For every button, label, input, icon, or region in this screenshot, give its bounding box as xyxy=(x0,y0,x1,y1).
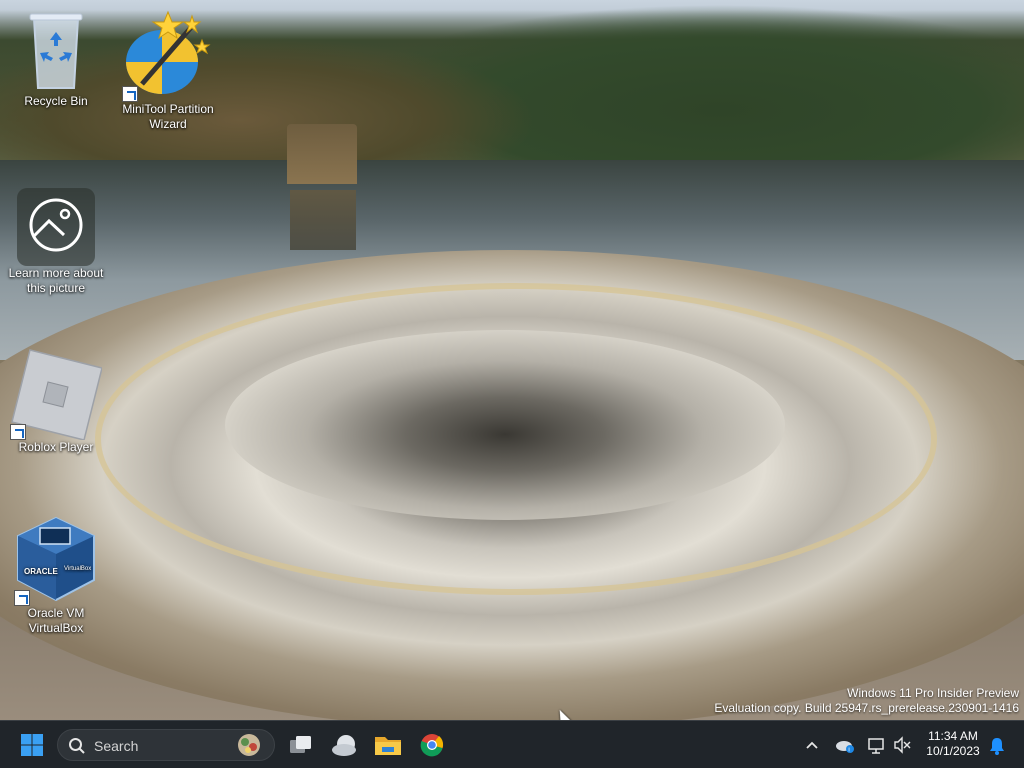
desktop-icon-roblox-player[interactable]: Roblox Player xyxy=(8,348,104,455)
shortcut-arrow-icon xyxy=(122,86,138,102)
notification-bell-icon xyxy=(990,738,1004,755)
weather-cloud-icon xyxy=(332,735,356,756)
chevron-up-icon xyxy=(806,741,818,749)
clock[interactable]: 11:34 AM 10/1/2023 xyxy=(920,729,986,761)
task-view-button[interactable] xyxy=(285,729,317,761)
file-explorer-button[interactable] xyxy=(372,729,404,761)
camera-icon xyxy=(17,188,95,266)
network-icon xyxy=(868,738,884,754)
volume-muted-icon xyxy=(894,736,911,754)
notification-center-button[interactable] xyxy=(986,729,1008,761)
clock-time: 11:34 AM xyxy=(928,729,978,743)
desktop-icon-label: Learn more about this picture xyxy=(8,266,104,295)
desktop-icon-label: MiniTool Partition Wizard xyxy=(122,102,214,131)
start-button[interactable] xyxy=(16,729,48,761)
desktop-icon-label: Roblox Player xyxy=(18,440,94,454)
onedrive-tray-button[interactable]: i xyxy=(832,729,858,761)
desktop: Recycle Bin MiniTool Partition Wizard Le… xyxy=(0,0,1024,720)
wallpaper-spillway-center xyxy=(225,330,785,520)
quick-settings-button[interactable] xyxy=(864,729,924,761)
wallpaper-tower-reflection xyxy=(290,190,356,250)
taskbar: Search i 11:34 AM 10/1/2023 xyxy=(0,720,1024,768)
wallpaper-tower xyxy=(287,124,357,184)
watermark-line-1: Windows 11 Pro Insider Preview xyxy=(847,686,1019,700)
recycle-bin-icon xyxy=(20,10,92,94)
chrome-button[interactable] xyxy=(416,729,448,761)
tray-status-icons xyxy=(868,736,911,754)
taskbar-search-box[interactable]: Search xyxy=(57,729,275,761)
desktop-icon-oracle-vm-virtualbox[interactable]: ORACLE VirtualBox Oracle VM VirtualBox xyxy=(8,514,104,636)
desktop-icon-learn-more[interactable]: Learn more about this picture xyxy=(8,188,104,296)
svg-text:VirtualBox: VirtualBox xyxy=(64,566,91,572)
svg-text:i: i xyxy=(848,748,849,754)
onedrive-icon: i xyxy=(836,741,854,754)
clock-date: 10/1/2023 xyxy=(926,744,980,758)
shortcut-arrow-icon xyxy=(14,590,30,606)
show-hidden-icons-button[interactable] xyxy=(800,729,824,761)
shortcut-arrow-icon xyxy=(10,424,26,440)
task-view-icon xyxy=(290,736,311,753)
desktop-icon-label: Recycle Bin xyxy=(24,94,88,108)
windows-evaluation-watermark: Windows 11 Pro Insider Preview Evaluatio… xyxy=(714,686,1019,716)
roblox-icon xyxy=(10,348,103,441)
folder-icon xyxy=(375,737,401,755)
windows-start-icon xyxy=(21,734,43,756)
watermark-line-2: Evaluation copy. Build 25947.rs_prerelea… xyxy=(714,701,1019,715)
minitool-partition-wizard-icon xyxy=(122,10,214,102)
widgets-button[interactable] xyxy=(329,729,361,761)
search-placeholder: Search xyxy=(94,738,139,754)
virtualbox-icon: ORACLE VirtualBox xyxy=(14,514,98,606)
desktop-icon-recycle-bin[interactable]: Recycle Bin xyxy=(8,10,104,109)
chrome-icon xyxy=(420,734,444,757)
desktop-icon-minitool-partition-wizard[interactable]: MiniTool Partition Wizard xyxy=(120,10,216,132)
desktop-icon-label: Oracle VM VirtualBox xyxy=(27,606,85,635)
svg-text:ORACLE: ORACLE xyxy=(24,567,58,576)
search-icon xyxy=(69,738,85,754)
search-highlight-icon xyxy=(238,734,260,756)
